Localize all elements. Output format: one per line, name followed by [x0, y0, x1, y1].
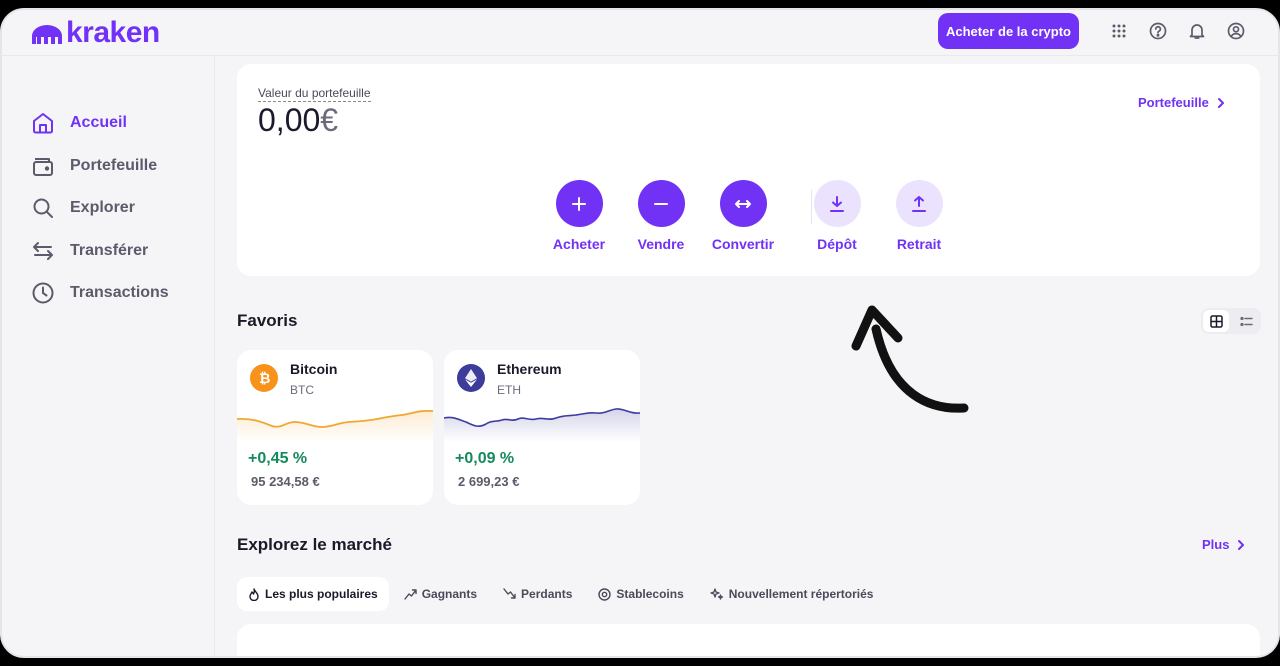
transfer-icon: [33, 242, 53, 260]
tab-losers[interactable]: Perdants: [492, 577, 583, 611]
sidebar-item-label: Explorer: [70, 199, 135, 216]
kraken-logo-icon: [32, 25, 62, 44]
sidebar-item-transactions[interactable]: Transactions: [30, 278, 169, 308]
deposit-icon: [813, 180, 861, 227]
tab-label: Nouvellement répertoriés: [728, 587, 874, 601]
app-window: kraken Acheter de la crypto Accueil Port…: [0, 8, 1280, 658]
tab-label: Stablecoins: [616, 587, 684, 601]
portfolio-link[interactable]: Portefeuille: [1138, 95, 1225, 110]
market-list-card: [237, 624, 1260, 656]
convert-icon: [719, 180, 767, 227]
kraken-logo[interactable]: kraken: [30, 16, 160, 50]
convert-action-button[interactable]: Convertir: [698, 180, 788, 252]
fire-icon: [249, 587, 259, 601]
tab-popular[interactable]: Les plus populaires: [237, 577, 389, 611]
ethereum-icon: [457, 364, 485, 392]
sidebar-item-explorer[interactable]: Explorer: [30, 193, 135, 223]
buy-crypto-button[interactable]: Acheter de la crypto: [938, 13, 1079, 49]
top-bar: kraken Acheter de la crypto: [2, 10, 1278, 56]
trend-up-icon: [404, 589, 417, 600]
action-label: Retrait: [896, 236, 942, 252]
action-label: Acheter: [552, 236, 606, 252]
sidebar-item-label: Accueil: [70, 114, 127, 131]
tab-stablecoins[interactable]: Stablecoins: [587, 577, 694, 611]
bitcoin-sparkline: [237, 409, 433, 442]
portfolio-card: Valeur du portefeuille 0,00€ Portefeuill…: [237, 64, 1260, 276]
plus-icon: [555, 180, 603, 227]
sidebar-item-label: Transactions: [70, 284, 169, 301]
coin-price: 95 234,58 €: [251, 474, 320, 489]
favorite-card-ethereum[interactable]: Ethereum ETH +0,09 % 2 699,23 €: [444, 350, 640, 505]
bitcoin-icon: ₿: [250, 364, 278, 392]
action-label: Vendre: [637, 236, 685, 252]
sparkle-icon: [710, 588, 723, 600]
portfolio-link-label: Portefeuille: [1138, 95, 1209, 110]
coin-name: Ethereum: [497, 361, 562, 377]
grid-view-icon[interactable]: [1203, 310, 1229, 332]
sidebar-item-transferer[interactable]: Transférer: [30, 236, 148, 266]
coin-symbol: ETH: [497, 383, 521, 397]
tab-label: Les plus populaires: [265, 587, 378, 601]
stable-icon: [598, 587, 612, 601]
tab-label: Gagnants: [421, 587, 478, 601]
more-link-label: Plus: [1202, 537, 1230, 552]
sidebar-item-accueil[interactable]: Accueil: [30, 108, 127, 138]
buy-action-button[interactable]: Acheter: [534, 180, 624, 252]
view-toggle: [1201, 308, 1261, 334]
home-icon: [33, 113, 53, 134]
coin-price: 2 699,23 €: [458, 474, 520, 489]
main-content: Valeur du portefeuille 0,00€ Portefeuill…: [216, 56, 1278, 656]
favorite-card-bitcoin[interactable]: ₿ Bitcoin BTC +0,45 % 95 234,58 €: [237, 350, 433, 505]
sell-action-button[interactable]: Vendre: [616, 180, 706, 252]
minus-icon: [637, 180, 685, 227]
tab-new-listings[interactable]: Nouvellement répertoriés: [699, 577, 885, 611]
sidebar-item-portefeuille[interactable]: Portefeuille: [30, 151, 157, 181]
coin-change: +0,09 %: [455, 450, 515, 467]
user-icon[interactable]: [1226, 21, 1246, 41]
sidebar-item-label: Portefeuille: [70, 157, 158, 174]
coin-name: Bitcoin: [290, 361, 338, 377]
help-icon[interactable]: [1148, 21, 1168, 41]
coin-change: +0,45 %: [248, 450, 308, 467]
grid-icon[interactable]: [1109, 21, 1129, 41]
market-tabs: Les plus populaires Gagnants Perdants St…: [237, 577, 884, 611]
withdraw-icon: [895, 180, 943, 227]
tab-label: Perdants: [521, 587, 573, 601]
sidebar: Accueil Portefeuille Explorer Transférer: [2, 56, 215, 656]
annotation-arrow: [851, 305, 969, 413]
trend-down-icon: [503, 588, 516, 599]
deposit-action-button[interactable]: Dépôt: [792, 180, 882, 252]
portfolio-value-amount: 0,00: [258, 102, 321, 138]
withdraw-action-button[interactable]: Retrait: [874, 180, 964, 252]
ethereum-sparkline: [444, 408, 640, 442]
svg-text:₿: ₿: [259, 371, 270, 387]
coin-symbol: BTC: [290, 383, 314, 397]
list-view-icon[interactable]: [1233, 310, 1259, 332]
logo-text: kraken: [66, 16, 160, 49]
sidebar-item-label: Transférer: [70, 242, 149, 259]
portfolio-value-label[interactable]: Valeur du portefeuille: [258, 86, 371, 102]
tab-gainers[interactable]: Gagnants: [393, 577, 488, 611]
action-label: Dépôt: [817, 236, 857, 252]
portfolio-value-currency: €: [320, 102, 339, 138]
chevron-right-icon: [1238, 539, 1245, 550]
action-label: Convertir: [711, 236, 775, 252]
favorites-title: Favoris: [237, 311, 298, 330]
more-link[interactable]: Plus: [1202, 537, 1245, 552]
chevron-right-icon: [1217, 97, 1224, 108]
portfolio-value: 0,00€: [258, 102, 338, 139]
search-icon: [33, 198, 53, 218]
wallet-icon: [33, 158, 53, 176]
clock-icon: [32, 282, 54, 304]
bell-icon[interactable]: [1187, 21, 1207, 41]
market-title: Explorez le marché: [237, 535, 392, 554]
